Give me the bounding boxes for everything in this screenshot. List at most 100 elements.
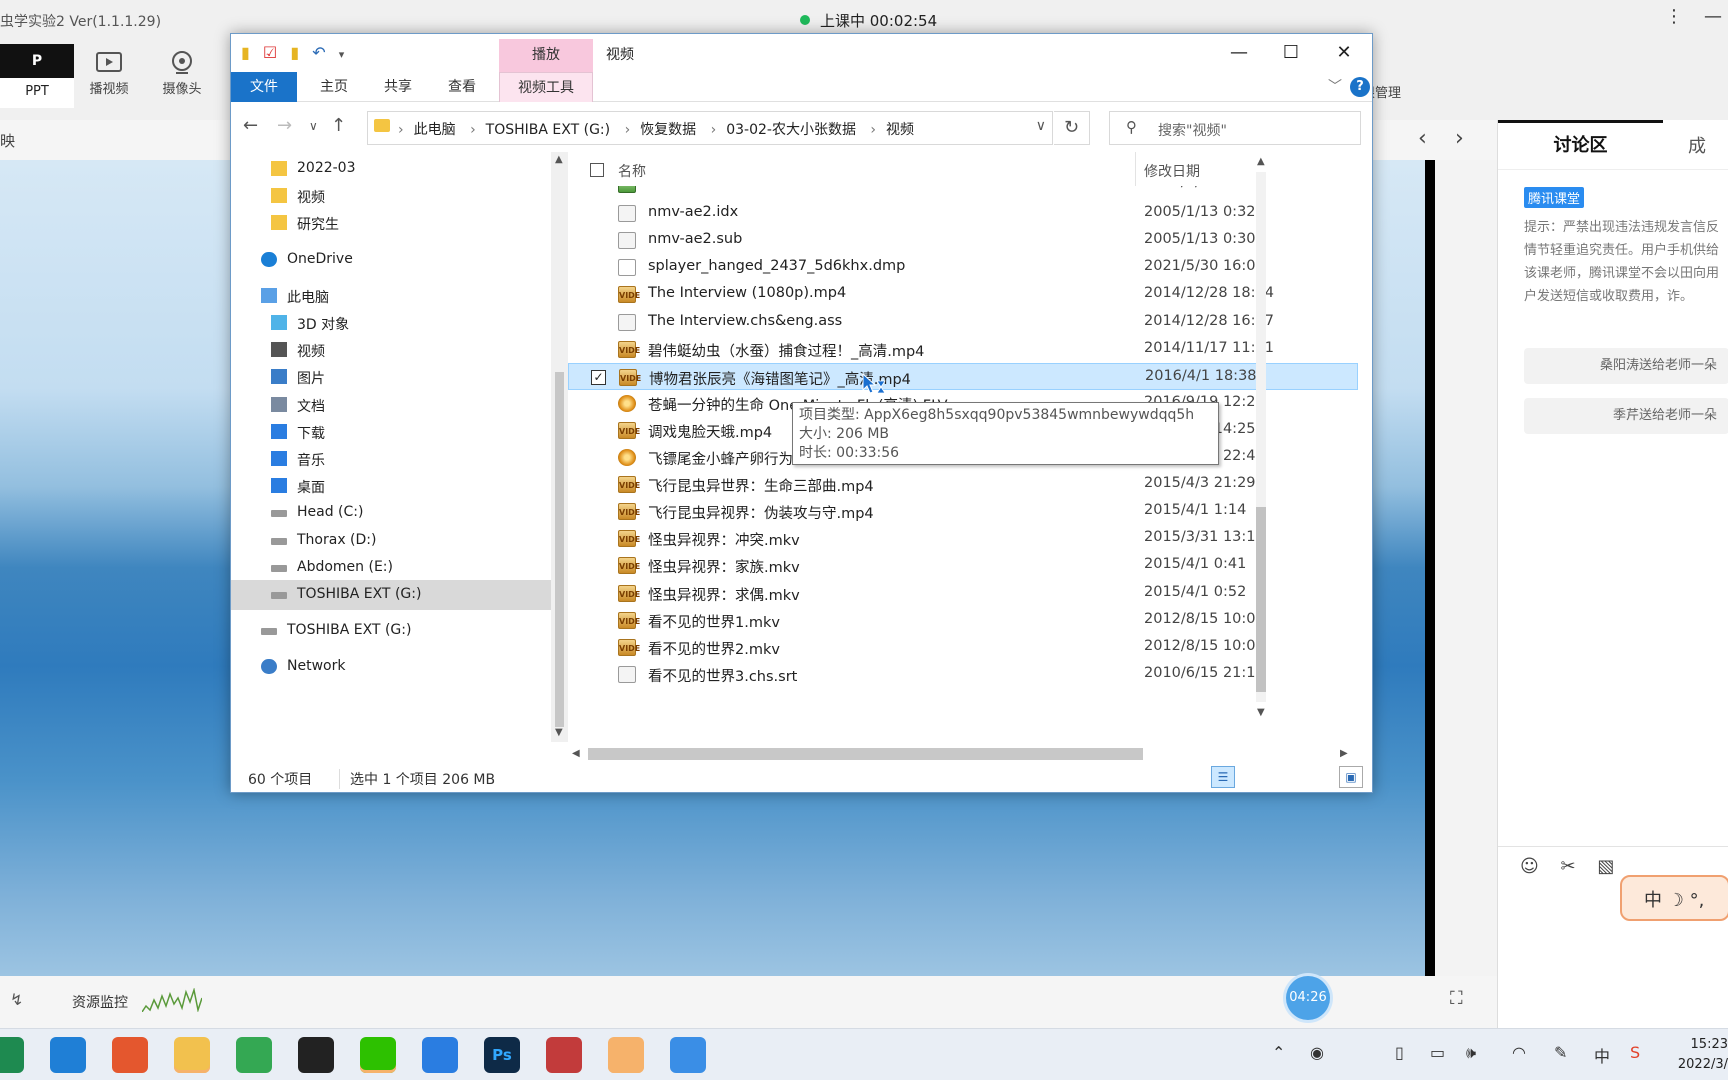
breadcrumb-item[interactable]: TOSHIBA EXT (G:) bbox=[486, 122, 610, 138]
tab-members[interactable]: 成 bbox=[1688, 132, 1706, 158]
undo-icon[interactable]: ↶ bbox=[312, 43, 325, 62]
search-box[interactable]: ⚲ 搜索"视频" bbox=[1109, 111, 1361, 145]
refresh-icon[interactable]: ↻ bbox=[1054, 111, 1090, 145]
help-icon[interactable]: ? bbox=[1350, 77, 1370, 97]
camera-button[interactable]: 摄像头 bbox=[147, 44, 217, 108]
breadcrumb-item[interactable]: 恢复数据 bbox=[640, 122, 696, 138]
usb-icon[interactable]: ▯ bbox=[1395, 1043, 1404, 1062]
mail-icon[interactable] bbox=[422, 1037, 458, 1073]
wifi-icon[interactable]: ◠ bbox=[1512, 1043, 1526, 1062]
resource-monitor-label[interactable]: 资源监控 bbox=[72, 992, 128, 1012]
sidebar-item[interactable]: OneDrive bbox=[231, 245, 551, 275]
search-input[interactable]: 搜索"视频" bbox=[1158, 120, 1227, 140]
scroll-up-arrow[interactable]: ▲ bbox=[1257, 156, 1265, 167]
qq-icon[interactable] bbox=[298, 1037, 334, 1073]
new-folder-icon[interactable]: ▮ bbox=[290, 43, 299, 62]
file-row[interactable]: VIDE 怪虫异视界：求偶.mkv 2015/4/1 0:52 bbox=[568, 580, 1358, 607]
file-row[interactable]: nmv-ae2.sub 2005/1/13 0:30 bbox=[568, 227, 1358, 254]
sidebar-item[interactable]: 桌面 bbox=[231, 471, 551, 501]
sidebar-item[interactable]: 文档 bbox=[231, 390, 551, 420]
chrome-icon[interactable] bbox=[236, 1037, 272, 1073]
volume-icon[interactable]: 🕪 bbox=[1466, 1043, 1476, 1063]
file-list-hscrollbar[interactable]: ◀ ▶ bbox=[568, 744, 1358, 764]
maximize-icon[interactable]: ☐ bbox=[1263, 34, 1319, 72]
file-row[interactable]: The Interview.chs&eng.ass 2014/12/28 16:5… bbox=[568, 309, 1358, 336]
file-row[interactable]: VIDE 飞行昆虫异世界：生命三部曲.mp4 2015/4/3 21:29 bbox=[568, 471, 1358, 498]
firefox-icon[interactable] bbox=[112, 1037, 148, 1073]
battery-icon[interactable]: ▭ bbox=[1430, 1043, 1445, 1062]
scroll-down-arrow[interactable]: ▼ bbox=[555, 727, 563, 738]
more-icon[interactable]: ⋮ bbox=[1665, 6, 1683, 27]
minimize-icon[interactable]: — bbox=[1704, 6, 1722, 27]
edge-icon[interactable] bbox=[0, 1037, 24, 1073]
file-row[interactable]: 看不见的世界3.chs.srt 2010/6/15 21:11 bbox=[568, 661, 1358, 686]
scroll-left-arrow[interactable]: ◀ bbox=[572, 748, 580, 759]
play-video-button[interactable]: 播视频 bbox=[74, 44, 144, 108]
tencent-classroom-icon[interactable] bbox=[608, 1037, 644, 1073]
file-row[interactable]: VIDE 看不见的世界1.mkv 2012/8/15 10:08 bbox=[568, 607, 1358, 634]
up-icon[interactable]: ↑ bbox=[331, 115, 346, 136]
sidebar-item[interactable]: Network bbox=[231, 652, 551, 682]
ime-floating-bar[interactable]: 中 ☽ °, bbox=[1620, 875, 1728, 921]
address-bar[interactable]: › 此电脑 › TOSHIBA EXT (G:) › 恢复数据 › 03-02-农大小张… bbox=[367, 111, 1053, 145]
mindmap-icon[interactable] bbox=[546, 1037, 582, 1073]
sidebar-item[interactable]: 视频 bbox=[231, 335, 551, 365]
wechat-icon[interactable] bbox=[360, 1037, 396, 1073]
sidebar-item[interactable]: 此电脑 bbox=[231, 281, 551, 311]
ie-icon[interactable] bbox=[50, 1037, 86, 1073]
scroll-down-arrow[interactable]: ▼ bbox=[1257, 707, 1265, 718]
qq-tray-icon[interactable]: ◉ bbox=[1310, 1043, 1324, 1062]
sidebar-item[interactable]: 2022-03 bbox=[231, 154, 551, 184]
next-page-icon[interactable]: › bbox=[1455, 126, 1464, 151]
sidebar-item[interactable]: 图片 bbox=[231, 362, 551, 392]
emoji-icon[interactable]: ☺ bbox=[1520, 856, 1539, 877]
file-row[interactable]: VIDE 怪虫异视界：家族.mkv 2015/4/1 0:41 bbox=[568, 552, 1358, 579]
customize-qat-icon[interactable]: ▾ bbox=[339, 48, 345, 61]
file-row[interactable]: VIDE The Interview (1080p).mp4 2014/12/28 … bbox=[568, 281, 1358, 308]
back-icon[interactable]: ← bbox=[243, 115, 258, 136]
minimize-icon[interactable]: — bbox=[1211, 34, 1267, 72]
tab-file[interactable]: 文件 bbox=[231, 72, 297, 102]
fullscreen-icon[interactable]: ⛶ bbox=[1450, 988, 1463, 1009]
file-list-vscrollbar[interactable]: ▲ ▼ bbox=[1250, 152, 1272, 722]
tab-view[interactable]: 查看 bbox=[435, 72, 489, 102]
sidebar-item[interactable]: Head (C:) bbox=[231, 498, 551, 528]
tab-share[interactable]: 共享 bbox=[371, 72, 425, 102]
nav-scrollbar[interactable]: ▲ ▼ bbox=[551, 152, 568, 742]
sidebar-item[interactable]: 音乐 bbox=[231, 444, 551, 474]
properties-icon[interactable]: ☑ bbox=[263, 43, 277, 62]
scroll-thumb[interactable] bbox=[588, 748, 1143, 760]
column-name[interactable]: 名称 bbox=[618, 161, 646, 181]
scroll-thumb[interactable] bbox=[555, 372, 564, 727]
file-row[interactable]: splayer_hanged_2437_5d6khx.dmp 2021/5/30 … bbox=[568, 254, 1358, 281]
scissors-icon[interactable]: ✂ bbox=[1561, 856, 1576, 877]
file-row[interactable]: ✓ VIDE 博物君张辰亮《海错图笔记》_高清.mp4 2016/4/1 18:38 bbox=[568, 362, 1358, 390]
scroll-thumb[interactable] bbox=[1256, 507, 1266, 692]
pen-icon[interactable]: ✎ bbox=[1554, 1043, 1567, 1062]
ppt-button[interactable]: P PPT bbox=[0, 44, 74, 108]
details-view-icon[interactable]: ☰ bbox=[1211, 766, 1235, 788]
column-divider[interactable] bbox=[1135, 152, 1136, 186]
sidebar-item[interactable]: TOSHIBA EXT (G:) bbox=[231, 616, 551, 646]
breadcrumb-item[interactable]: 视频 bbox=[886, 122, 914, 138]
classroom-app-icon[interactable] bbox=[670, 1037, 706, 1073]
prev-page-icon[interactable]: ‹ bbox=[1418, 126, 1427, 151]
recent-locations-icon[interactable]: ∨ bbox=[309, 119, 318, 133]
scroll-up-arrow[interactable]: ▲ bbox=[555, 154, 563, 165]
sidebar-item[interactable]: 研究生 bbox=[231, 208, 551, 238]
row-checkbox[interactable]: ✓ bbox=[591, 369, 606, 385]
sidebar-item[interactable]: 下载 bbox=[231, 417, 551, 447]
large-icons-view-icon[interactable]: ▣ bbox=[1339, 766, 1363, 788]
photoshop-icon[interactable]: Ps bbox=[484, 1037, 520, 1073]
chevron-down-icon[interactable]: ﹀ bbox=[1328, 76, 1342, 96]
sidebar-item[interactable]: Abdomen (E:) bbox=[231, 553, 551, 583]
file-explorer-icon[interactable] bbox=[174, 1037, 210, 1073]
forward-icon[interactable]: → bbox=[277, 115, 292, 136]
close-icon[interactable]: ✕ bbox=[1316, 34, 1372, 72]
ime-indicator[interactable]: 中 bbox=[1594, 1043, 1610, 1067]
sidebar-item[interactable]: 3D 对象 bbox=[231, 308, 551, 338]
sidebar-item[interactable]: 视频 bbox=[231, 181, 551, 211]
sogou-icon[interactable]: S bbox=[1630, 1043, 1640, 1062]
chevron-up-icon[interactable]: ⌃ bbox=[1272, 1043, 1285, 1062]
file-row[interactable]: VIDE 碧伟蜓幼虫（水蚕）捕食过程！_高清.mp4 2014/11/17 11:3… bbox=[568, 336, 1358, 363]
